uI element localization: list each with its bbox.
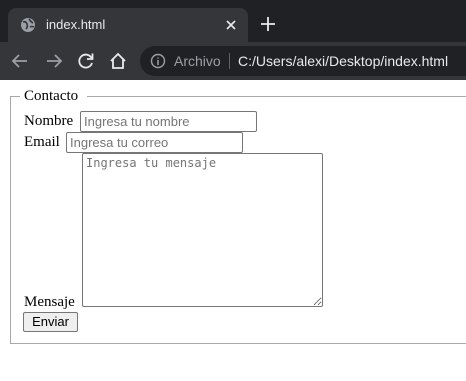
fieldset-border-top-right (87, 96, 466, 97)
new-tab-icon[interactable] (258, 14, 278, 34)
back-icon[interactable] (10, 51, 30, 71)
forward-icon[interactable] (44, 51, 64, 71)
home-icon[interactable] (108, 51, 128, 71)
enviar-button[interactable]: Enviar (23, 312, 78, 332)
scheme-label: Archivo (174, 53, 221, 69)
email-input[interactable] (66, 132, 243, 153)
address-bar[interactable]: Archivo C:/Users/alexi/Desktop/index.htm… (140, 46, 466, 76)
info-icon[interactable] (150, 53, 166, 69)
tab-title: index.html (46, 17, 106, 32)
browser-toolbar: Archivo C:/Users/alexi/Desktop/index.htm… (0, 42, 466, 80)
globe-icon (21, 18, 35, 32)
close-icon[interactable] (222, 16, 240, 34)
mensaje-textarea[interactable] (82, 153, 323, 307)
nombre-label: Nombre (24, 113, 74, 129)
omnibox-divider (229, 53, 230, 69)
url-text[interactable]: C:/Users/alexi/Desktop/index.html (238, 52, 448, 70)
email-label: Email (24, 134, 60, 150)
mensaje-label: Mensaje (24, 294, 75, 310)
nombre-input[interactable] (80, 111, 257, 132)
fieldset-border-top-left (10, 96, 20, 97)
tab-index-html[interactable]: index.html (8, 8, 248, 42)
fieldset-legend: Contacto (24, 88, 79, 104)
reload-icon[interactable] (76, 51, 96, 71)
tab-strip: index.html (0, 0, 466, 42)
